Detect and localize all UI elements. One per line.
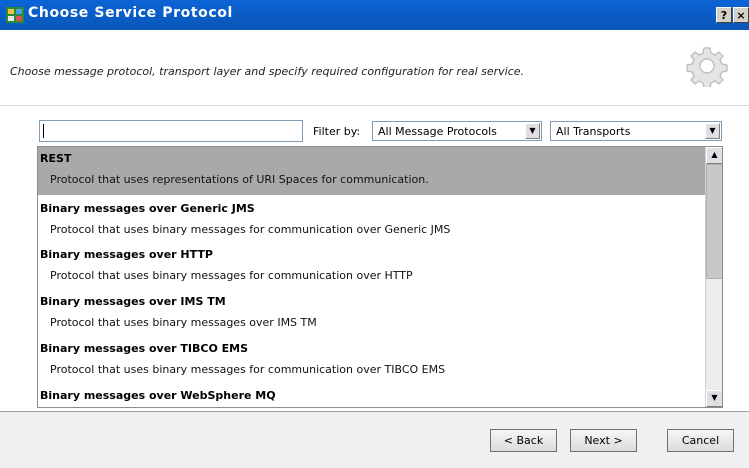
next-button[interactable]: Next >: [570, 429, 637, 452]
list-item[interactable]: REST Protocol that uses representations …: [38, 147, 705, 195]
protocol-list[interactable]: REST Protocol that uses representations …: [37, 146, 723, 408]
scroll-up-icon[interactable]: ▲: [706, 147, 722, 164]
protocol-name: Binary messages over HTTP: [40, 248, 213, 261]
window-title: Choose Service Protocol: [28, 5, 233, 21]
list-item[interactable]: Binary messages over IMS TM Protocol tha…: [38, 290, 705, 338]
text-caret: [43, 124, 44, 138]
filter-label: Filter by:: [313, 125, 361, 138]
header-description: Choose message protocol, transport layer…: [10, 65, 525, 78]
protocol-description: Protocol that uses binary messages for c…: [50, 223, 451, 236]
list-item[interactable]: Binary messages over WebSphere MQ: [38, 384, 705, 407]
transport-filter-select[interactable]: All Transports ▼: [550, 121, 722, 141]
protocol-filter-select[interactable]: All Message Protocols ▼: [372, 121, 542, 141]
back-button[interactable]: < Back: [490, 429, 557, 452]
protocol-description: Protocol that uses representations of UR…: [50, 173, 429, 186]
scroll-thumb[interactable]: [706, 164, 722, 279]
help-button[interactable]: ?: [716, 7, 732, 23]
scroll-down-icon[interactable]: ▼: [706, 390, 722, 407]
close-button[interactable]: ×: [733, 7, 749, 23]
gear-icon: [686, 47, 728, 87]
cancel-button[interactable]: Cancel: [667, 429, 734, 452]
dialog-window: Choose Service Protocol ? × Choose messa…: [0, 0, 749, 468]
protocol-name: REST: [40, 152, 72, 165]
footer-divider: [0, 411, 749, 412]
protocol-description: Protocol that uses binary messages for c…: [50, 269, 413, 282]
protocol-description: Protocol that uses binary messages over …: [50, 316, 317, 329]
app-icon: [6, 7, 24, 23]
list-item[interactable]: Binary messages over HTTP Protocol that …: [38, 243, 705, 291]
vertical-scrollbar[interactable]: ▲ ▼: [705, 147, 722, 407]
transport-filter-value: All Transports: [556, 125, 631, 138]
protocol-description: Protocol that uses binary messages for c…: [50, 363, 446, 376]
protocol-name: Binary messages over IMS TM: [40, 295, 226, 308]
title-bar[interactable]: Choose Service Protocol ? ×: [0, 0, 749, 30]
chevron-down-icon[interactable]: ▼: [525, 123, 540, 139]
protocol-filter-value: All Message Protocols: [378, 125, 497, 138]
protocol-name: Binary messages over Generic JMS: [40, 202, 255, 215]
protocol-name: Binary messages over WebSphere MQ: [40, 389, 276, 402]
search-input[interactable]: [39, 120, 303, 142]
list-item[interactable]: Binary messages over Generic JMS Protoco…: [38, 197, 705, 245]
chevron-down-icon[interactable]: ▼: [705, 123, 720, 139]
wizard-header: Choose message protocol, transport layer…: [0, 30, 749, 106]
list-item[interactable]: Binary messages over TIBCO EMS Protocol …: [38, 337, 705, 385]
protocol-name: Binary messages over TIBCO EMS: [40, 342, 249, 355]
